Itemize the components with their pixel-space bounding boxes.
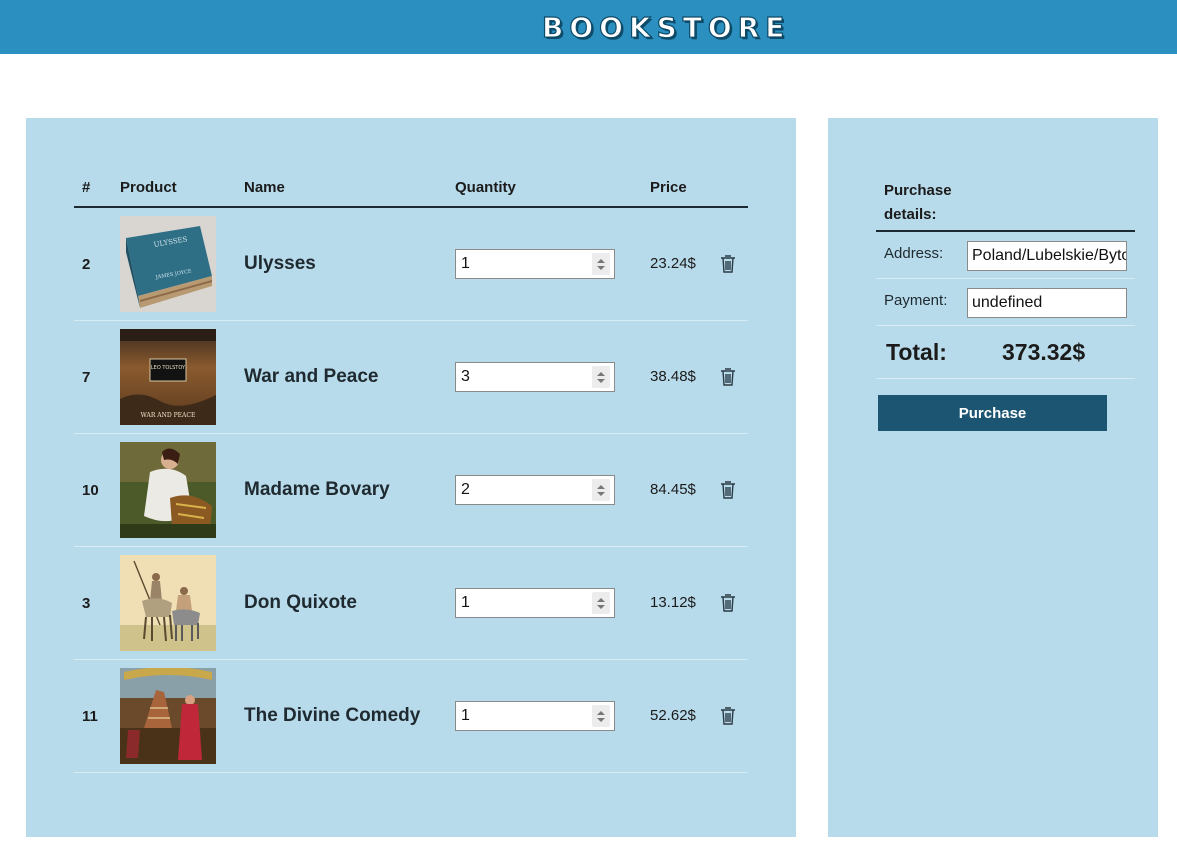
cart-panel: # Product Name Quantity Price 2 ULYSSES … bbox=[26, 118, 796, 837]
column-header-name: Name bbox=[244, 179, 285, 196]
ulysses-cover: ULYSSES JAMES JOYCE bbox=[120, 216, 216, 312]
column-header-quantity: Quantity bbox=[455, 179, 516, 196]
purchase-details-panel: Purchase details: Address: Poland/Lubels… bbox=[828, 118, 1158, 837]
trash-icon[interactable] bbox=[719, 480, 737, 500]
store-logo[interactable]: BOOKSTORE bbox=[541, 9, 791, 45]
payment-label: Payment: bbox=[884, 292, 948, 309]
quantity-value: 1 bbox=[461, 255, 470, 272]
cart-row: 10 Madame Bovary 2 84.45$ bbox=[74, 434, 748, 547]
spinner-arrows-icon[interactable] bbox=[592, 253, 610, 275]
quantity-stepper[interactable]: 1 bbox=[455, 249, 615, 279]
total-row: Total: 373.32$ bbox=[876, 326, 1135, 379]
book-price: 38.48$ bbox=[650, 368, 696, 385]
address-field[interactable]: Poland/Lubelskie/Bytom bbox=[967, 241, 1127, 271]
book-name: The Divine Comedy bbox=[244, 705, 421, 726]
war-and-peace-cover: LEO TOLSTOY WAR AND PEACE bbox=[120, 329, 216, 425]
svg-text:WAR AND PEACE: WAR AND PEACE bbox=[141, 412, 196, 419]
purchase-button[interactable]: Purchase bbox=[878, 395, 1107, 431]
payment-row: Payment: undefined bbox=[876, 279, 1135, 326]
cart-row: 7 LEO TOLSTOY WAR AND PEACE War and Peac… bbox=[74, 321, 748, 434]
book-name: War and Peace bbox=[244, 366, 379, 387]
purchase-details: Purchase details: Address: Poland/Lubels… bbox=[876, 176, 1135, 431]
divine-comedy-cover bbox=[120, 668, 216, 764]
row-id: 2 bbox=[82, 256, 91, 273]
quantity-value: 3 bbox=[461, 368, 470, 385]
book-name: Madame Bovary bbox=[244, 479, 390, 500]
address-label: Address: bbox=[884, 245, 944, 262]
spinner-arrows-icon[interactable] bbox=[592, 479, 610, 501]
spinner-arrows-icon[interactable] bbox=[592, 705, 610, 727]
trash-icon[interactable] bbox=[719, 593, 737, 613]
quantity-stepper[interactable]: 1 bbox=[455, 588, 615, 618]
row-id: 11 bbox=[82, 708, 98, 725]
cart-row: 2 ULYSSES JAMES JOYCE Ulysses 1 23.24$ bbox=[74, 208, 748, 321]
quantity-value: 1 bbox=[461, 594, 470, 611]
book-price: 13.12$ bbox=[650, 594, 696, 611]
svg-text:LEO TOLSTOY: LEO TOLSTOY bbox=[151, 365, 186, 371]
spinner-arrows-icon[interactable] bbox=[592, 592, 610, 614]
column-header-number: # bbox=[82, 179, 91, 196]
cart-table: # Product Name Quantity Price 2 ULYSSES … bbox=[74, 176, 748, 773]
trash-icon[interactable] bbox=[719, 367, 737, 387]
quantity-stepper[interactable]: 2 bbox=[455, 475, 615, 505]
book-price: 52.62$ bbox=[650, 707, 696, 724]
book-name: Don Quixote bbox=[244, 592, 357, 613]
address-row: Address: Poland/Lubelskie/Bytom bbox=[876, 232, 1135, 279]
quantity-value: 2 bbox=[461, 481, 470, 498]
don-quixote-cover bbox=[120, 555, 216, 651]
row-id: 10 bbox=[82, 482, 99, 499]
column-header-product: Product bbox=[120, 179, 177, 196]
quantity-value: 1 bbox=[461, 707, 470, 724]
quantity-stepper[interactable]: 3 bbox=[455, 362, 615, 392]
trash-icon[interactable] bbox=[719, 254, 737, 274]
purchase-details-header: Purchase details: bbox=[876, 176, 1135, 232]
purchase-details-heading: Purchase details: bbox=[884, 182, 952, 223]
payment-field[interactable]: undefined bbox=[967, 288, 1127, 318]
cart-row: 11 The Divine Comedy 1 52.62$ bbox=[74, 660, 748, 773]
column-header-price: Price bbox=[650, 179, 687, 196]
cart-table-header: # Product Name Quantity Price bbox=[74, 176, 748, 208]
cart-row: 3 Don Quixote 1 13.12$ bbox=[74, 547, 748, 660]
row-id: 7 bbox=[82, 369, 91, 386]
row-id: 3 bbox=[82, 595, 91, 612]
book-price: 23.24$ bbox=[650, 255, 696, 272]
total-label: Total: bbox=[886, 339, 947, 365]
total-value: 373.32$ bbox=[1002, 339, 1086, 365]
spinner-arrows-icon[interactable] bbox=[592, 366, 610, 388]
quantity-stepper[interactable]: 1 bbox=[455, 701, 615, 731]
top-bar: BOOKSTORE bbox=[0, 0, 1177, 54]
book-name: Ulysses bbox=[244, 253, 316, 274]
madame-bovary-cover bbox=[120, 442, 216, 538]
book-price: 84.45$ bbox=[650, 481, 696, 498]
trash-icon[interactable] bbox=[719, 706, 737, 726]
store-logo-text: BOOKSTORE bbox=[541, 10, 791, 44]
